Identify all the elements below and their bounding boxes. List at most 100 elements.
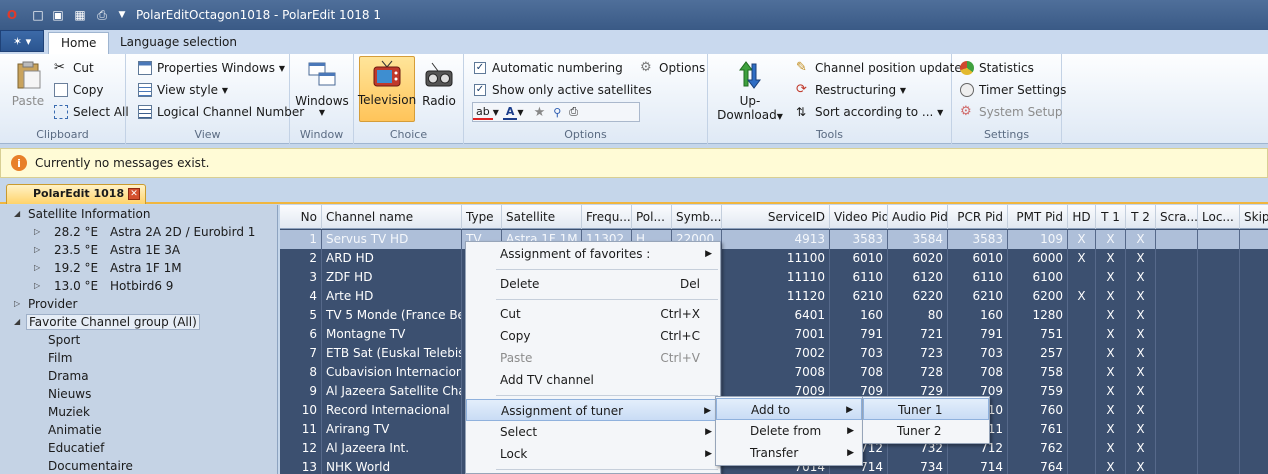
menu-item-delete[interactable]: Delete Del <box>466 273 720 295</box>
tab-language-selection[interactable]: Language selection <box>108 32 249 54</box>
column-header-frequency[interactable]: Frequ... <box>582 205 632 229</box>
radio-button[interactable]: Radio <box>418 58 460 122</box>
menu-item-tuner-2[interactable]: Tuner 2 <box>863 420 989 442</box>
column-header-t1[interactable]: T 1 <box>1096 205 1126 229</box>
tree-node-favorite[interactable]: Animatie <box>48 421 102 439</box>
show-only-active-satellites-checkbox[interactable]: ✓ Show only active satellites <box>474 80 652 100</box>
expanded-arrow-icon[interactable]: ◢ <box>14 205 20 223</box>
column-header-video-pid[interactable]: Video Pid <box>830 205 888 229</box>
column-header-symbol-rate[interactable]: Symb... <box>672 205 722 229</box>
close-icon[interactable]: ✕ <box>128 188 140 200</box>
column-header-no[interactable]: No <box>280 205 322 229</box>
document-tab[interactable]: PolarEdit 1018 1 <box>6 184 146 204</box>
column-header-skip[interactable]: Skip <box>1240 205 1268 229</box>
table-row[interactable]: 5TV 5 Monde (France Bel...64011608016012… <box>280 306 1268 325</box>
column-header-polarization[interactable]: Pol... <box>632 205 672 229</box>
column-header-t2[interactable]: T 2 <box>1126 205 1156 229</box>
collapsed-arrow-icon[interactable]: ▷ <box>34 259 40 277</box>
print-preview-icon[interactable]: ⎙ <box>565 105 582 119</box>
menu-item-transfer[interactable]: Transfer ▶ <box>716 442 862 464</box>
menu-item-copy[interactable]: Copy Ctrl+C <box>466 325 720 347</box>
paste-button[interactable]: Paste <box>10 58 46 122</box>
tree-node-satellite[interactable]: ▷ 28.2 °E Astra 2A 2D / Eurobird 1 <box>34 223 274 241</box>
tab-home[interactable]: Home <box>48 32 110 54</box>
options-button[interactable]: ⚙ Options <box>640 58 705 78</box>
statistics-button[interactable]: Statistics <box>960 58 1034 78</box>
windows-button[interactable]: Windows ▼ <box>295 58 349 122</box>
tree-node-provider[interactable]: ▷ Provider <box>14 295 274 313</box>
text-color-icon[interactable]: ab <box>473 105 493 120</box>
tree-node-favorite-channel-group[interactable]: ◢ Favorite Channel group (All) <box>14 313 274 331</box>
tree-node-favorite[interactable]: Sport <box>48 331 80 349</box>
tree-node-favorite[interactable]: Educatief <box>48 439 104 457</box>
sort-according-to-button[interactable]: ⇅ Sort according to ... ▼ <box>796 102 943 122</box>
column-header-hd[interactable]: HD <box>1068 205 1096 229</box>
tree-node-satellite-information[interactable]: ◢ Satellite Information <box>14 205 274 223</box>
collapsed-arrow-icon[interactable]: ▷ <box>34 223 40 241</box>
application-menu-button[interactable]: ✶ ▾ <box>0 30 44 52</box>
menu-item-paste[interactable]: Paste Ctrl+V <box>466 347 720 369</box>
column-header-channel-name[interactable]: Channel name <box>322 205 462 229</box>
tree-node-favorite[interactable]: Film <box>48 349 72 367</box>
collapsed-arrow-icon[interactable]: ▷ <box>34 277 40 295</box>
tree-node-favorite[interactable]: Drama <box>48 367 89 385</box>
table-row[interactable]: 2 ARD HD 11100 6010 6020 6010 6000 X X X <box>280 249 1268 268</box>
menu-item-tuner-1[interactable]: Tuner 1 <box>863 398 989 420</box>
menu-item-select[interactable]: Select ▶ <box>466 421 720 443</box>
properties-windows-button[interactable]: Properties Windows ▼ <box>138 58 285 78</box>
print-icon[interactable]: ⎙ <box>94 7 110 23</box>
menu-item-cut[interactable]: Cut Ctrl+X <box>466 303 720 325</box>
system-setup-button[interactable]: ⚙ System Setup <box>960 102 1063 122</box>
column-header-type[interactable]: Type <box>462 205 502 229</box>
table-row[interactable]: 4 Arte HD 11120 6210 6220 6210 6200 X X X <box>280 287 1268 306</box>
cut-button[interactable]: ✂ Cut <box>54 58 94 78</box>
column-header-service-id[interactable]: ServiceID <box>722 205 830 229</box>
column-header-pcr-pid[interactable]: PCR Pid <box>948 205 1008 229</box>
tree-node-favorite[interactable]: Documentaire <box>48 457 133 474</box>
menu-item-add-to[interactable]: Add to ▶ <box>716 398 862 420</box>
find-icon[interactable]: ⚲ <box>549 106 565 119</box>
table-row[interactable]: 8 Cubavision Internacional 7008 708 728 708 75… <box>280 363 1268 382</box>
channel-position-update-button[interactable]: ✎ Channel position update <box>796 58 962 78</box>
save-icon[interactable]: ▦ <box>72 7 88 23</box>
collapsed-arrow-icon[interactable]: ▷ <box>34 241 40 259</box>
menu-item-add-tv-channel[interactable]: Add TV channel <box>466 369 720 391</box>
column-header-satellite[interactable]: Satellite <box>502 205 582 229</box>
table-row[interactable]: 6 Montagne TV 7001 791 721 791 751 X X <box>280 325 1268 344</box>
tree-node-favorite[interactable]: Muziek <box>48 403 90 421</box>
television-button[interactable]: Television <box>358 56 416 122</box>
column-header-scrambled[interactable]: Scra... <box>1156 205 1198 229</box>
font-icon[interactable]: A <box>502 105 518 120</box>
open-folder-icon[interactable]: ▣ <box>50 7 66 23</box>
column-header-pmt-pid[interactable]: PMT Pid <box>1008 205 1068 229</box>
expanded-arrow-icon[interactable]: ◢ <box>14 313 20 331</box>
table-row[interactable]: 7ETB Sat (Euskal Telebista)7002703723703… <box>280 344 1268 363</box>
tree-node-satellite[interactable]: ▷ 23.5 °E Astra 1E 3A <box>34 241 274 259</box>
menu-item-assignment-of-tuner[interactable]: Assignment of tuner ▶ <box>466 399 720 421</box>
view-style-button[interactable]: View style ▼ <box>138 80 228 100</box>
menu-item-delete-from[interactable]: Delete from ▶ <box>716 420 862 442</box>
select-all-button[interactable]: Select All <box>54 102 129 122</box>
tree-node-favorite[interactable]: Nieuws <box>48 385 91 403</box>
new-file-icon[interactable]: □ <box>30 7 46 23</box>
column-header-audio-pid[interactable]: Audio Pid <box>888 205 948 229</box>
table-row[interactable]: 3 ZDF HD 11110 6110 6120 6110 6100 X X <box>280 268 1268 287</box>
tree-node-satellite[interactable]: ▷ 13.0 °E Hotbird6 9 <box>34 277 274 295</box>
menu-item-assignment-of-favorites[interactable]: Assignment of favorites : ▶ <box>466 243 720 265</box>
chevron-down-icon[interactable]: ▼ <box>493 108 503 117</box>
menu-item-lock[interactable]: Lock ▶ <box>466 443 720 465</box>
automatic-numbering-checkbox[interactable]: ✓ Automatic numbering <box>474 58 623 78</box>
restructuring-button[interactable]: ⟳ Restructuring ▼ <box>796 80 906 100</box>
timer-settings-button[interactable]: Timer Settings <box>960 80 1066 100</box>
opera-logo-icon[interactable]: O <box>4 7 20 23</box>
up-download-button[interactable]: Up- Download▼ <box>716 58 784 122</box>
copy-button[interactable]: Copy <box>54 80 103 100</box>
logical-channel-number-button[interactable]: Logical Channel Number <box>138 102 304 122</box>
star-icon[interactable]: ★ <box>530 105 550 120</box>
dropdown-arrow-icon[interactable]: ▼ <box>114 7 130 23</box>
chevron-down-icon[interactable]: ▼ <box>517 108 529 117</box>
table-row-selected[interactable]: 1 Servus TV HD TV Astra 1F 1M 11302 H 22… <box>280 230 1268 249</box>
column-header-lock[interactable]: Loc... <box>1198 205 1240 229</box>
tree-node-satellite[interactable]: ▷ 19.2 °E Astra 1F 1M <box>34 259 274 277</box>
collapsed-arrow-icon[interactable]: ▷ <box>14 295 20 313</box>
